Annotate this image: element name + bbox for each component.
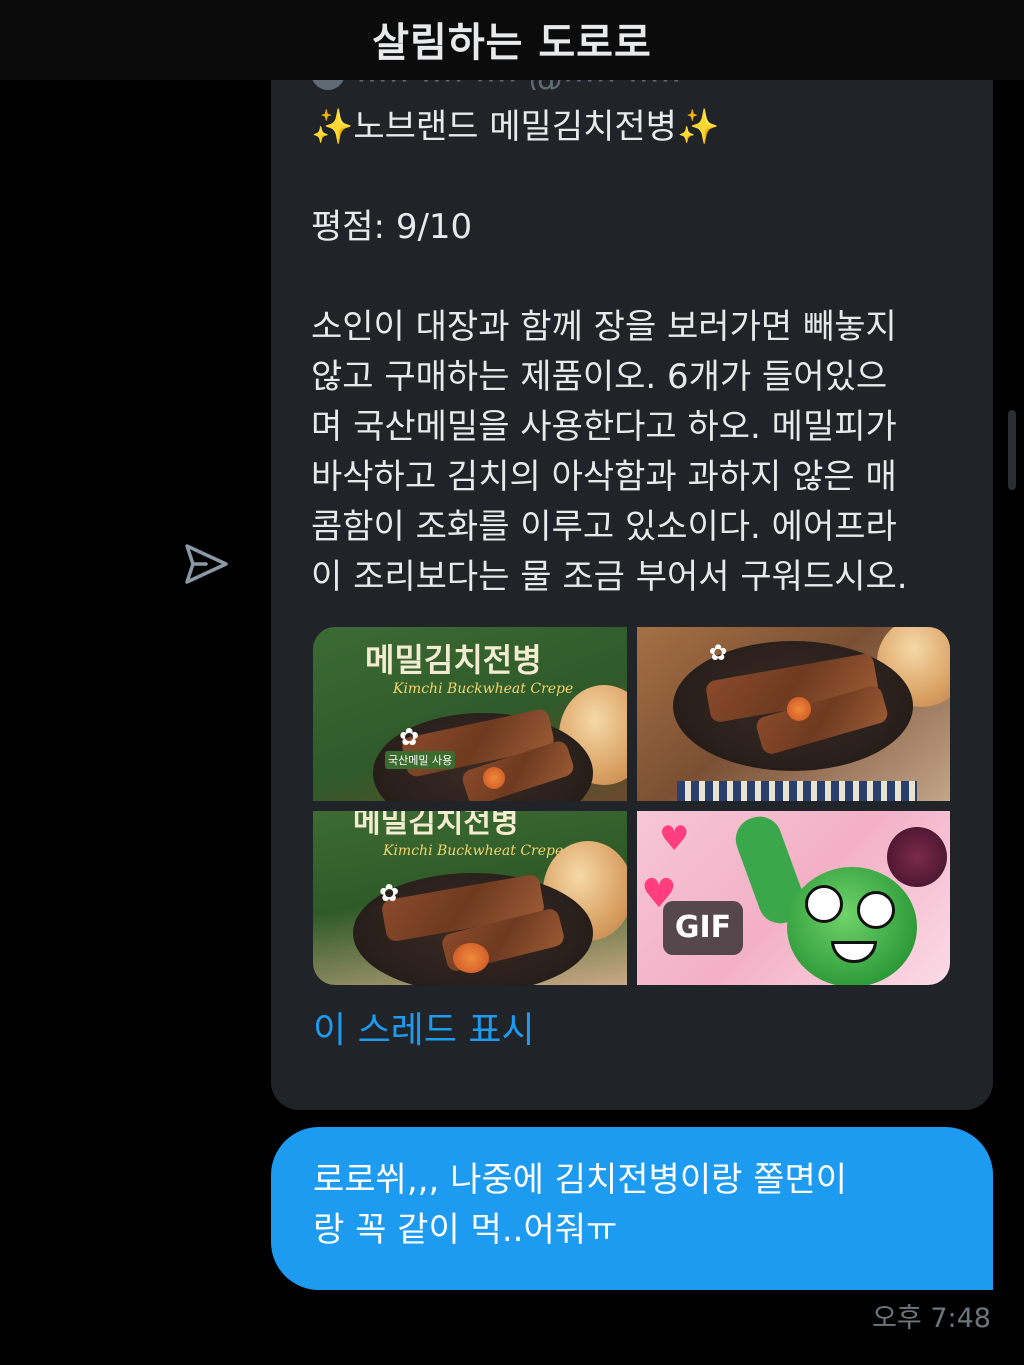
- message-line: 랑 꼭 같이 먹..어줘ㅠ: [313, 1210, 618, 1250]
- kimchi-filling: [483, 767, 505, 789]
- package-subtitle: Kimchi Buckwheat Crepe: [383, 843, 564, 859]
- message-timestamp: 오후 7:48: [872, 1303, 991, 1334]
- tweet-body-line: 바삭하고 김치의 아삭함과 과하지 않은 매: [311, 457, 897, 497]
- tweet-rating: 평점: 9/10: [311, 207, 473, 247]
- scrollbar[interactable]: [1008, 410, 1016, 490]
- frog-character: [787, 867, 917, 985]
- media-photo-package-2[interactable]: 메밀김치전병 Kimchi Buckwheat Crepe ✿: [313, 811, 627, 985]
- media-photo-plate[interactable]: ✿: [637, 627, 950, 801]
- mouth: [831, 941, 877, 963]
- media-photo-package[interactable]: 메밀김치전병 Kimchi Buckwheat Crepe ✿ 국산메밀 사용: [313, 627, 627, 801]
- flower-icon: ✿: [399, 723, 420, 751]
- tweet-body: 소인이 대장과 함께 장을 보러가면 빼놓지 않고 구매하는 제품이오. 6개가…: [311, 302, 971, 602]
- heart-icon: ♥: [659, 819, 690, 859]
- eye: [805, 885, 843, 923]
- shared-tweet-card[interactable]: ····· ···· ···· @····· ····· ✨노브랜드 메밀김치전…: [271, 40, 993, 1110]
- package-subtitle: Kimchi Buckwheat Crepe: [393, 681, 574, 697]
- media-gif[interactable]: ♥ ♥ GIF: [637, 811, 950, 985]
- package-title: 메밀김치전병: [365, 641, 542, 679]
- package-title: 메밀김치전병: [353, 811, 519, 840]
- message-line: 로로쒸,,, 나중에 김치전병이랑 쫄면이: [313, 1160, 848, 1200]
- show-thread-link[interactable]: 이 스레드 표시: [313, 1006, 535, 1056]
- tweet-body-line: 며 국산메밀을 사용한다고 하오. 메밀피가: [311, 407, 897, 447]
- sparkles-icon: ✨: [311, 107, 354, 147]
- kimchi-filling: [453, 943, 489, 973]
- striped-cloth: [677, 781, 917, 801]
- tweet-body-line: 콤함이 조화를 이루고 있소이다. 에어프라: [311, 507, 897, 547]
- tweet-body-line: 않고 구매하는 제품이오. 6개가 들어있으: [311, 357, 888, 397]
- conversation-title: 살림하는 도로로: [372, 20, 652, 66]
- sparkles-icon: ✨: [676, 107, 720, 147]
- flower-icon: ✿: [379, 879, 400, 907]
- kimchi-filling: [787, 697, 811, 721]
- media-grid: 메밀김치전병 Kimchi Buckwheat Crepe ✿ 국산메밀 사용 …: [313, 627, 950, 985]
- message-bubble[interactable]: 로로쒸,,, 나중에 김치전병이랑 쫄면이 랑 꼭 같이 먹..어줘ㅠ: [271, 1127, 993, 1290]
- message-text: 로로쒸,,, 나중에 김치전병이랑 쫄면이 랑 꼭 같이 먹..어줘ㅠ: [313, 1155, 847, 1255]
- top-bar: 살림하는 도로로: [0, 0, 1024, 80]
- purple-character: [887, 827, 947, 887]
- eye: [857, 891, 895, 929]
- package-badge: 국산메밀 사용: [385, 751, 456, 769]
- tweet-body-line: 소인이 대장과 함께 장을 보러가면 빼놓지: [311, 307, 897, 347]
- flower-icon: ✿: [709, 641, 728, 666]
- tweet-title: ✨노브랜드 메밀김치전병✨: [311, 107, 720, 147]
- gif-badge: GIF: [663, 901, 743, 955]
- tweet-body-line: 이 조리보다는 물 조금 부어서 구워드시오.: [311, 557, 908, 597]
- send-icon[interactable]: [180, 538, 232, 590]
